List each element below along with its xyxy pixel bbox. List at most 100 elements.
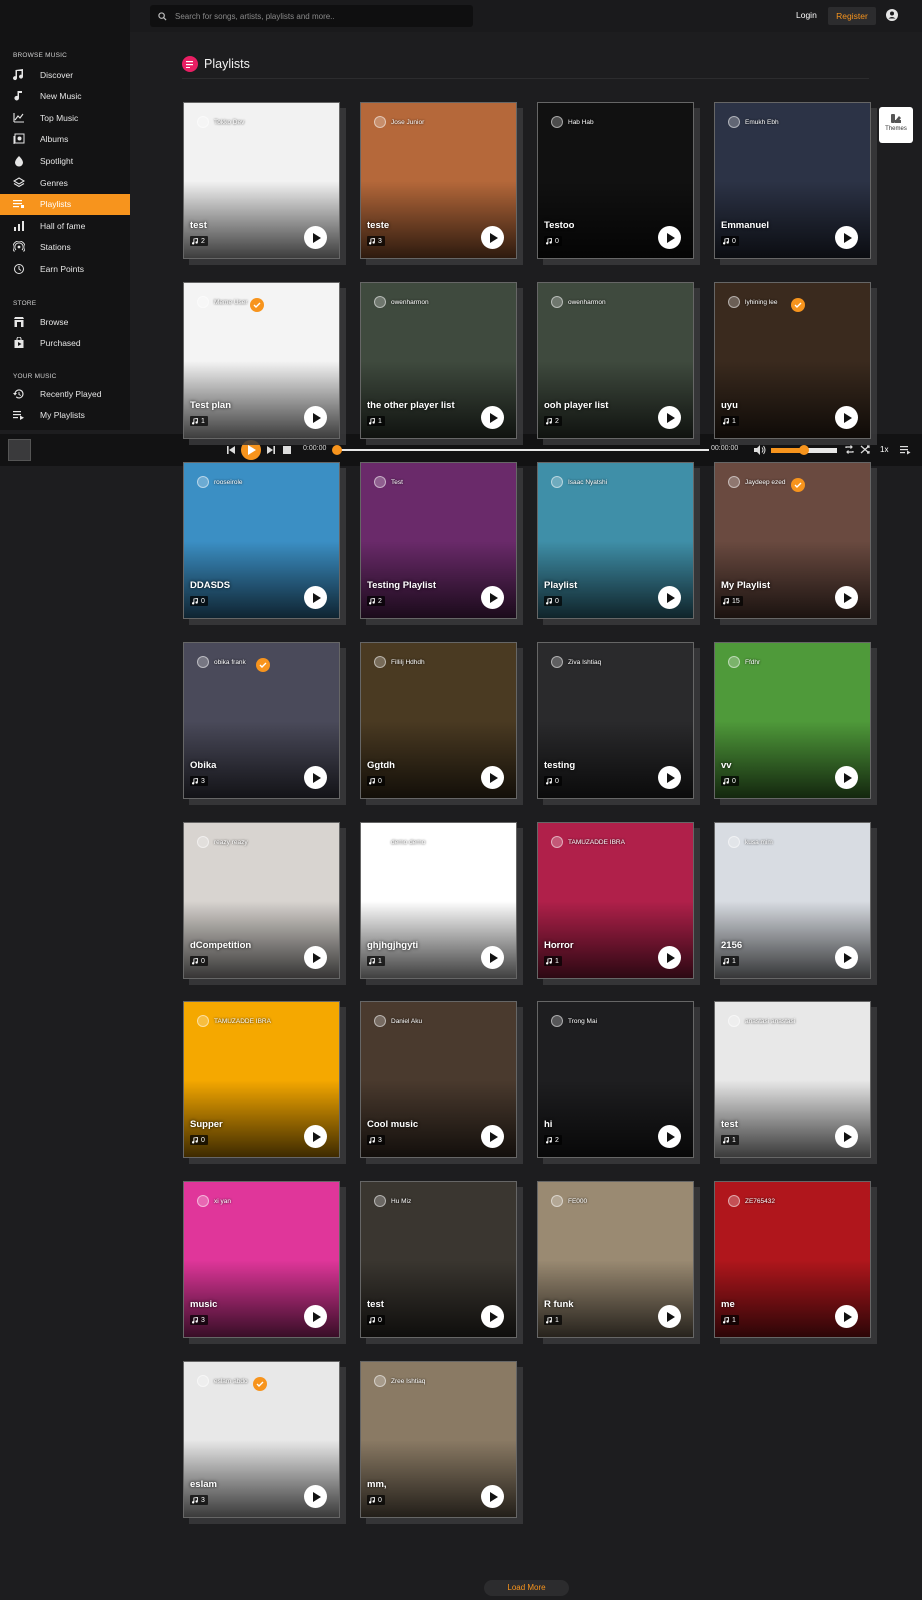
playlist-name[interactable]: Emmanuel [721, 220, 769, 231]
sidebar-item-browse[interactable]: Browse [0, 311, 130, 332]
user-account-icon[interactable] [886, 9, 898, 21]
playlist-owner[interactable]: Fillilj Hdhdh [374, 656, 425, 668]
playlist-name[interactable]: ooh player list [544, 400, 608, 411]
playlist-card[interactable]: Test Testing Playlist 2 [360, 462, 523, 625]
playlist-card[interactable]: anastasi anastasi test 1 [714, 1001, 877, 1164]
play-playlist-button[interactable] [835, 1125, 858, 1148]
volume-handle[interactable] [799, 445, 809, 455]
load-more-button[interactable]: Load More [484, 1580, 569, 1596]
playlist-owner[interactable]: kusa mim [728, 836, 773, 848]
playlist-name[interactable]: Supper [190, 1119, 223, 1130]
play-playlist-button[interactable] [835, 226, 858, 249]
sidebar-item-spotlight[interactable]: Spotlight [0, 150, 130, 171]
play-playlist-button[interactable] [481, 766, 504, 789]
play-playlist-button[interactable] [835, 766, 858, 789]
sidebar-item-albums[interactable]: Albums [0, 129, 130, 150]
sidebar-item-my-playlists[interactable]: My Playlists [0, 405, 130, 426]
play-playlist-button[interactable] [304, 226, 327, 249]
previous-icon[interactable] [226, 445, 236, 455]
repeat-icon[interactable] [844, 444, 855, 455]
playlist-owner[interactable]: Test [374, 476, 403, 488]
playlist-name[interactable]: test [367, 1299, 384, 1310]
playlist-owner[interactable]: lyhining lee [728, 296, 778, 308]
themes-button[interactable]: Themes [879, 107, 913, 143]
play-playlist-button[interactable] [304, 1125, 327, 1148]
playlist-name[interactable]: test [190, 220, 207, 231]
playlist-name[interactable]: Horror [544, 940, 574, 951]
playlist-card[interactable]: lyhining lee uyu 1 [714, 282, 877, 445]
play-playlist-button[interactable] [481, 1305, 504, 1328]
play-playlist-button[interactable] [481, 586, 504, 609]
playlist-card[interactable]: Zree Ishtiaq mm, 0 [360, 1361, 523, 1524]
sidebar-item-stations[interactable]: Stations [0, 237, 130, 258]
play-playlist-button[interactable] [658, 1305, 681, 1328]
playlist-name[interactable]: Testing Playlist [367, 580, 436, 591]
play-playlist-button[interactable] [481, 1125, 504, 1148]
playlist-name[interactable]: Test plan [190, 400, 231, 411]
playlist-card[interactable]: Hab Hab Testoo 0 [537, 102, 700, 265]
login-link[interactable]: Login [796, 10, 817, 20]
playlist-name[interactable]: Ggtdh [367, 760, 395, 771]
playlist-card[interactable]: Fillilj Hdhdh Ggtdh 0 [360, 642, 523, 805]
playback-speed[interactable]: 1x [880, 445, 888, 454]
playlist-card[interactable]: Hu Miz test 0 [360, 1181, 523, 1344]
playlist-owner[interactable]: ZE765432 [728, 1195, 775, 1207]
play-playlist-button[interactable] [481, 1485, 504, 1508]
play-playlist-button[interactable] [658, 226, 681, 249]
playlist-name[interactable]: dCompetition [190, 940, 251, 951]
playlist-card[interactable]: Ffdhr vv 0 [714, 642, 877, 805]
play-playlist-button[interactable] [658, 586, 681, 609]
playlist-owner[interactable]: demo demo [374, 836, 425, 848]
playlist-card[interactable]: Tokko Dev test 2 [183, 102, 346, 265]
playlist-name[interactable]: the other player list [367, 400, 455, 411]
playlist-card[interactable]: Meme User Test plan 1 [183, 282, 346, 445]
playlist-card[interactable]: owenharmon ooh player list 2 [537, 282, 700, 445]
sidebar-item-genres[interactable]: Genres [0, 172, 130, 193]
play-playlist-button[interactable] [304, 406, 327, 429]
sidebar-item-hall-of-fame[interactable]: Hall of fame [0, 215, 130, 236]
seek-handle[interactable] [332, 445, 342, 455]
sidebar-item-purchased[interactable]: Purchased [0, 333, 130, 354]
playlist-name[interactable]: music [190, 1299, 217, 1310]
playlist-owner[interactable]: anastasi anastasi [728, 1015, 795, 1027]
now-playing-thumbnail[interactable] [8, 439, 31, 461]
playlist-owner[interactable]: Meme User [197, 296, 248, 308]
playlist-owner[interactable]: Zree Ishtiaq [374, 1375, 425, 1387]
playlist-owner[interactable]: reazy reazy [197, 836, 248, 848]
playlist-card[interactable]: ZE765432 me 1 [714, 1181, 877, 1344]
playlist-owner[interactable]: TAMUZADDE IBRA [197, 1015, 271, 1027]
play-playlist-button[interactable] [304, 766, 327, 789]
playlist-card[interactable]: FE000 R funk 1 [537, 1181, 700, 1344]
register-button[interactable]: Register [828, 7, 876, 25]
play-playlist-button[interactable] [835, 406, 858, 429]
play-playlist-button[interactable] [481, 946, 504, 969]
playlist-name[interactable]: Testoo [544, 220, 574, 231]
play-playlist-button[interactable] [658, 406, 681, 429]
playlist-owner[interactable]: Daniel Aku [374, 1015, 422, 1027]
playlist-owner[interactable]: rooseirole [197, 476, 243, 488]
sidebar-item-discover[interactable]: Discover [0, 64, 130, 85]
playlist-card[interactable]: Trong Mai hi 2 [537, 1001, 700, 1164]
play-playlist-button[interactable] [658, 766, 681, 789]
sidebar-item-top-music[interactable]: Top Music [0, 107, 130, 128]
play-playlist-button[interactable] [835, 586, 858, 609]
playlist-owner[interactable]: Hu Miz [374, 1195, 411, 1207]
playlist-owner[interactable]: owenharmon [374, 296, 429, 308]
playlist-owner[interactable]: eslam abdo [197, 1375, 248, 1387]
shuffle-icon[interactable] [860, 444, 871, 455]
playlist-owner[interactable]: obika frank [197, 656, 246, 668]
queue-icon[interactable] [900, 444, 911, 455]
search-input[interactable] [175, 11, 455, 21]
playlist-card[interactable]: Isaac Nyatshi Playlist 0 [537, 462, 700, 625]
playlist-card[interactable]: Daniel Aku Cool music 3 [360, 1001, 523, 1164]
sidebar-item-playlists[interactable]: Playlists [0, 193, 130, 215]
playlist-owner[interactable]: Jose Junior [374, 116, 424, 128]
play-playlist-button[interactable] [835, 1305, 858, 1328]
search-box[interactable] [150, 5, 473, 27]
playlist-owner[interactable]: TAMUZADDE IBRA [551, 836, 625, 848]
playlist-name[interactable]: vv [721, 760, 732, 771]
play-playlist-button[interactable] [481, 226, 504, 249]
playlist-name[interactable]: testing [544, 760, 575, 771]
stop-icon[interactable] [283, 446, 291, 454]
playlist-card[interactable]: Ziva Ishtiaq testing 0 [537, 642, 700, 805]
